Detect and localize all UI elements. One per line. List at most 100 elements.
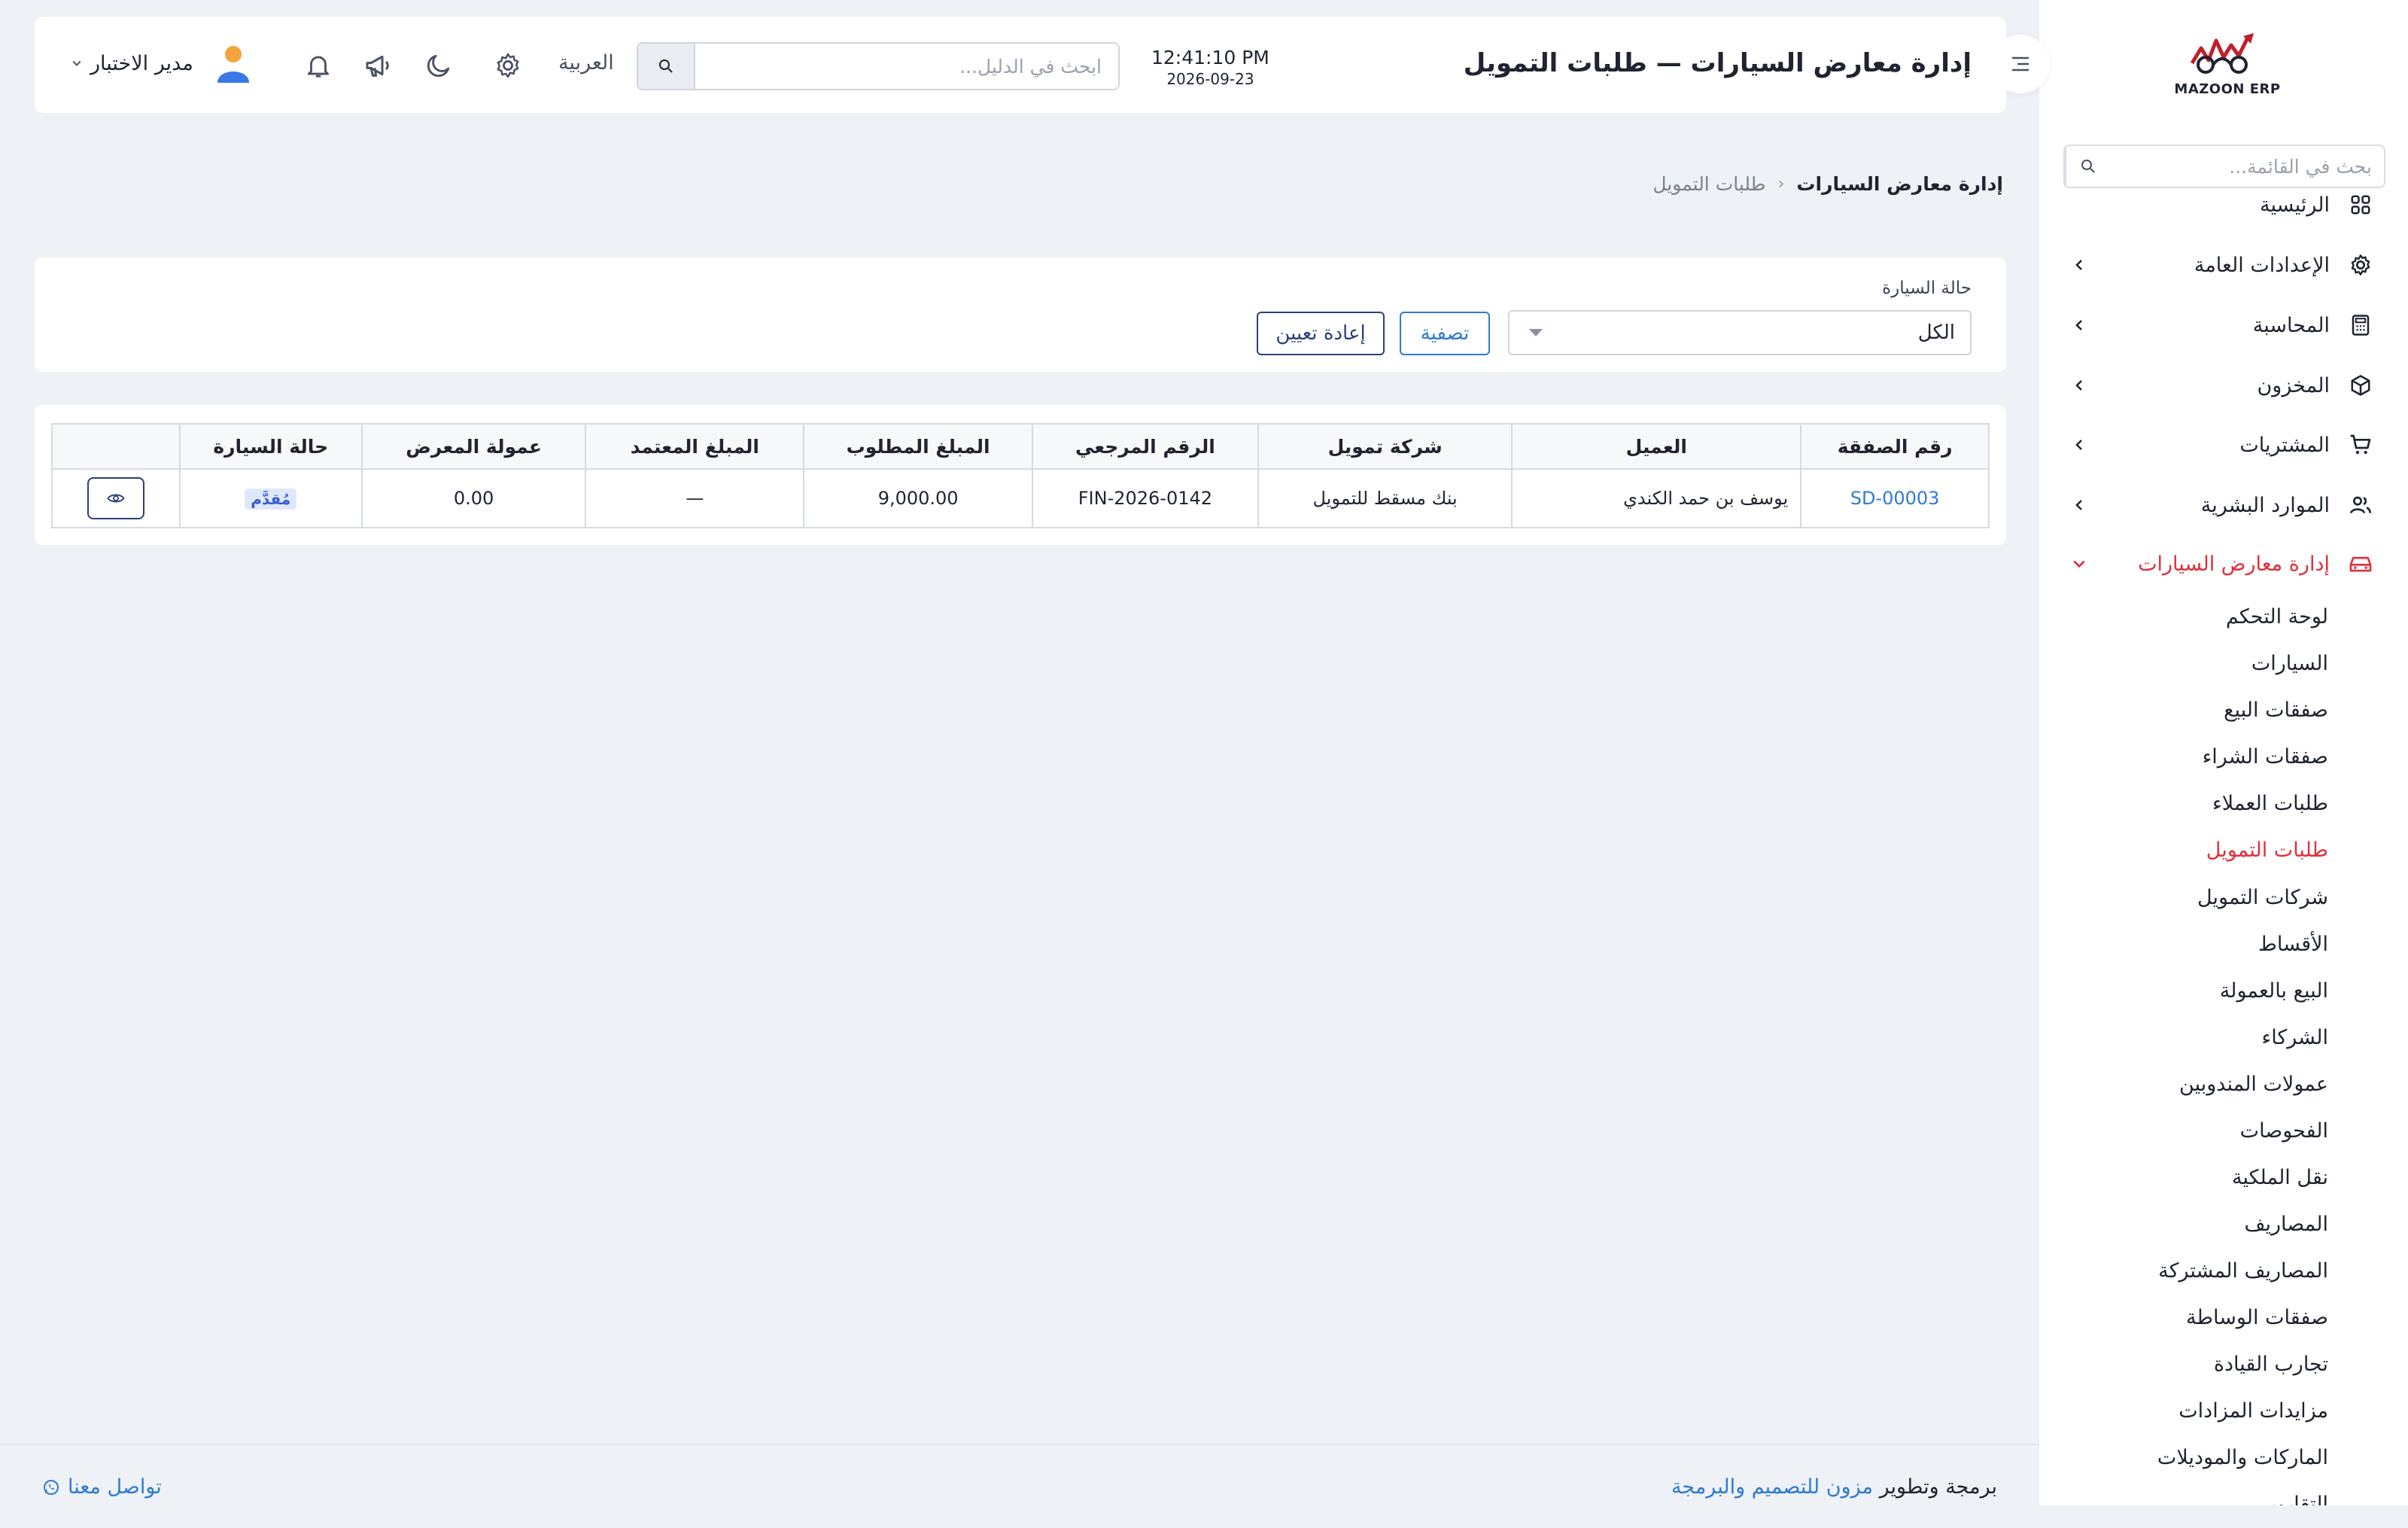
column-header-actions (51, 423, 181, 470)
sidebar-subitem-finance-requests[interactable]: طلبات التمويل (2206, 836, 2328, 866)
avatar (217, 46, 249, 83)
sidebar-search[interactable]: بحث في القائمة... (2063, 145, 2385, 188)
sidebar-subitem-customer-requests[interactable]: طلبات العملاء (2212, 789, 2328, 819)
credit-company-link[interactable]: مزون للتصميم والبرمجة (1671, 1475, 1873, 1499)
bell-icon (307, 56, 330, 78)
sidebar-item-hr[interactable]: الموارد البشرية (2059, 486, 2375, 524)
sidebar: MAZOON ERP بحث في القائمة... الرئيسية ال… (2039, 0, 2408, 1505)
sidebar-subitem-installments[interactable]: الأقساط (2258, 930, 2328, 960)
requested-amount-cell: 9,000.00 (803, 468, 1034, 528)
breadcrumb: إدارة معارض السيارات ‹ طلبات التمويل (1652, 173, 2003, 195)
column-header[interactable]: رقم الصفقة (1800, 423, 1990, 470)
page-title: إدارة معارض السيارات — طلبات التمويل (1463, 48, 1972, 78)
chevron-left-icon (2068, 254, 2090, 276)
table-row[interactable]: SD-00003 يوسف بن حمد الكندي بنك مسقط للت… (51, 468, 1990, 528)
sidebar-subitem-expenses[interactable]: المصاريف (2245, 1210, 2328, 1240)
filter-panel: حالة السيارة الكل تصفية إعادة تعيين (35, 257, 2006, 372)
sidebar-subitem-brands-models[interactable]: الماركات والموديلات (2157, 1443, 2328, 1473)
sidebar-item-purchases[interactable]: المشتريات (2059, 426, 2375, 464)
chevron-left-icon (2068, 374, 2090, 397)
sidebar-subitem-sale-deals[interactable]: صفقات البيع (2224, 696, 2328, 726)
language-switcher[interactable]: العربية (558, 51, 614, 75)
box-icon (2346, 371, 2375, 400)
user-name: مدير الاختبار (90, 51, 193, 75)
column-header[interactable]: شركة تمويل (1257, 423, 1513, 470)
sidebar-item-accounting[interactable]: المحاسبة (2059, 306, 2375, 344)
sidebar-subitem-shared-expenses[interactable]: المصاريف المشتركة (2158, 1256, 2328, 1286)
notifications-button[interactable] (299, 47, 337, 84)
sidebar-subitem-brokerage-deals[interactable]: صفقات الوساطة (2186, 1303, 2328, 1333)
megaphone-icon (366, 55, 389, 77)
car-status-select[interactable]: الكل (1508, 310, 1972, 355)
search-icon (659, 59, 673, 73)
filter-button[interactable]: تصفية (1400, 312, 1490, 355)
sidebar-item-label: المشتريات (2239, 433, 2330, 457)
column-header[interactable]: عمولة المعرض (360, 423, 587, 470)
dropdown-arrow-icon (1529, 329, 1543, 336)
chevron-left-icon: ‹ (1777, 175, 1785, 193)
sidebar-item-settings[interactable]: الإعدادات العامة (2059, 246, 2375, 284)
settings-button[interactable] (489, 47, 527, 84)
approved-amount-cell: — (585, 468, 805, 528)
gear-icon (2346, 251, 2375, 279)
sidebar-item-label: الموارد البشرية (2200, 493, 2330, 517)
finance-requests-table-card: رقم الصفقة العميل شركة تمويل الرقم المرج… (35, 405, 2006, 545)
column-header[interactable]: المبلغ المطلوب (803, 423, 1034, 470)
guide-search-input[interactable]: ابحث في الدليل... (695, 44, 1118, 89)
sidebar-item-car-showrooms[interactable]: إدارة معارض السيارات (2059, 545, 2375, 583)
search-icon (2081, 160, 2095, 173)
sidebar-subitem-reports[interactable]: التقارير (2267, 1490, 2328, 1505)
eye-icon (107, 494, 125, 503)
breadcrumb-current: طلبات التمويل (1652, 173, 1766, 195)
credit-prefix: برمجة وتطوير (1879, 1475, 1997, 1499)
sidebar-subitem-purchase-deals[interactable]: صفقات الشراء (2203, 742, 2328, 772)
sidebar-search-button[interactable] (2065, 146, 2110, 187)
footer: برمجة وتطوير مزون للتصميم والبرمجة تواصل… (0, 1444, 2039, 1528)
sidebar-item-home[interactable]: الرئيسية (2059, 186, 2375, 224)
sidebar-subitem-consignment[interactable]: البيع بالعمولة (2220, 976, 2328, 1006)
sidebar-subitem-auction-bids[interactable]: مزايدات المزادات (2178, 1396, 2328, 1426)
announcements-button[interactable] (360, 47, 397, 84)
sidebar-subitem-ownership-transfer[interactable]: نقل الملكية (2232, 1163, 2328, 1193)
column-header[interactable]: حالة السيارة (178, 423, 363, 470)
sidebar-item-inventory[interactable]: المخزون (2059, 367, 2375, 404)
moon-icon (427, 54, 450, 78)
view-button[interactable] (87, 477, 144, 519)
top-header: إدارة معارض السيارات — طلبات التمويل 12:… (35, 17, 2006, 113)
sidebar-subitem-dashboard[interactable]: لوحة التحكم (2226, 602, 2328, 632)
finance-company-cell: بنك مسقط للتمويل (1257, 468, 1513, 528)
chevron-left-icon (2068, 494, 2090, 516)
breadcrumb-parent[interactable]: إدارة معارض السيارات (1796, 173, 2003, 195)
guide-search-button[interactable] (638, 44, 695, 89)
contact-label: تواصل معنا (68, 1475, 162, 1499)
reset-button[interactable]: إعادة تعيين (1257, 312, 1385, 355)
sidebar-search-input[interactable]: بحث في القائمة... (2110, 156, 2384, 178)
sidebar-subitem-cars[interactable]: السيارات (2251, 649, 2328, 679)
gear-icon (497, 53, 519, 78)
sidebar-subitem-finance-companies[interactable]: شركات التمويل (2197, 883, 2328, 913)
dark-mode-toggle[interactable] (420, 47, 458, 84)
column-header[interactable]: المبلغ المعتمد (585, 423, 805, 470)
sidebar-subitem-inspections[interactable]: الفحوصات (2240, 1116, 2328, 1146)
logo-icon (2190, 33, 2254, 74)
car-icon (2346, 549, 2375, 578)
client-cell: يوسف بن حمد الكندي (1511, 468, 1802, 528)
user-menu[interactable]: مدير الاختبار (71, 44, 251, 83)
car-status-value: الكل (1917, 321, 1955, 344)
car-status-label: حالة السيارة (1882, 279, 1972, 298)
sidebar-item-label: إدارة معارض السيارات (2138, 552, 2330, 576)
sidebar-item-label: المخزون (2257, 373, 2330, 397)
guide-search[interactable]: ابحث في الدليل... (637, 42, 1120, 90)
sidebar-subitem-rep-commissions[interactable]: عمولات المندوبين (2179, 1070, 2328, 1100)
logo[interactable]: MAZOON ERP (2160, 30, 2295, 105)
clock-time: 12:41:10 PM (1151, 47, 1269, 68)
actions-cell (51, 468, 181, 528)
column-header[interactable]: العميل (1511, 423, 1802, 470)
logo-text: MAZOON ERP (2174, 81, 2281, 97)
sidebar-subitem-partners[interactable]: الشركاء (2262, 1023, 2329, 1053)
sidebar-subitem-test-drives[interactable]: تجارب القيادة (2214, 1350, 2328, 1380)
clock-date: 2026-09-23 (1166, 70, 1254, 88)
column-header[interactable]: الرقم المرجعي (1032, 423, 1259, 470)
contact-link[interactable]: تواصل معنا (42, 1475, 162, 1499)
deal-number-link[interactable]: SD-00003 (1800, 468, 1990, 528)
